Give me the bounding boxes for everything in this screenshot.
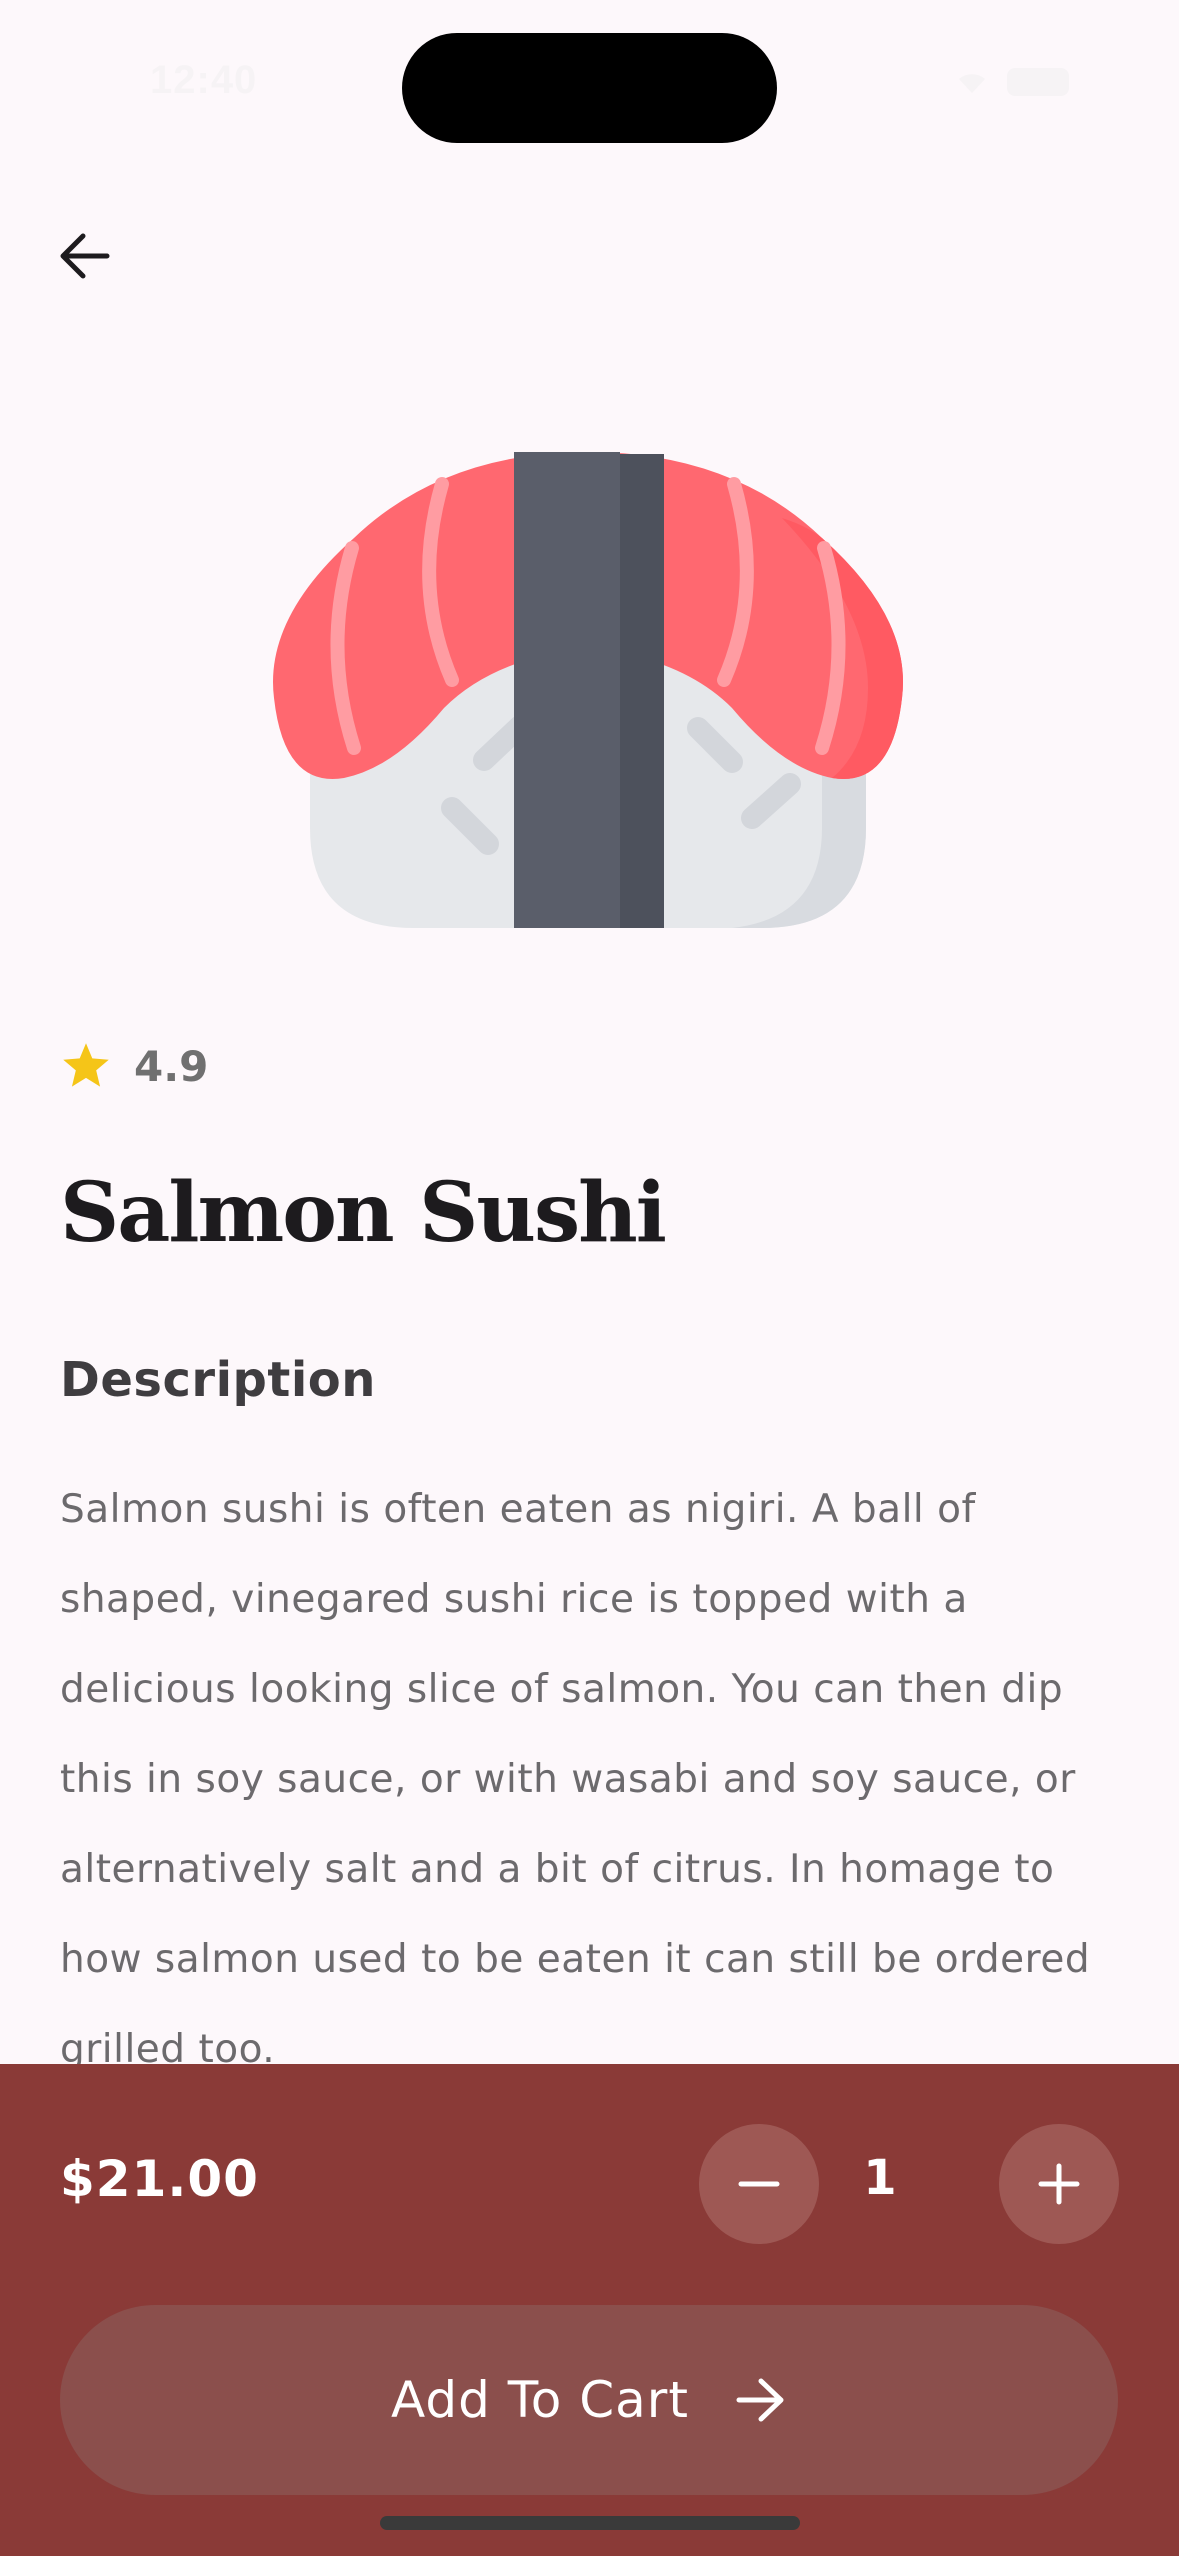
star-icon	[63, 1043, 109, 1087]
salmon-nigiri-illustration	[273, 452, 903, 928]
home-indicator[interactable]	[380, 2516, 800, 2530]
increase-quantity-button[interactable]	[999, 2124, 1119, 2244]
decrease-quantity-button[interactable]	[699, 2124, 819, 2244]
back-button[interactable]	[48, 220, 120, 292]
add-to-cart-label: Add To Cart	[391, 2371, 689, 2429]
price: $21.00	[60, 2150, 259, 2208]
dynamic-island	[402, 33, 777, 143]
rating: 4.9	[60, 1036, 208, 1096]
food-details-screen: 12:40 4.9 Salmon Sushi Description Salmo…	[0, 0, 1179, 2556]
description-heading: Description	[60, 1352, 376, 1408]
arrow-right-icon	[736, 2378, 784, 2422]
minus-icon	[738, 2181, 780, 2187]
status-time: 12:40	[150, 58, 258, 102]
rating-value: 4.9	[134, 1041, 209, 1091]
plus-icon	[1038, 2163, 1080, 2205]
description-text: Salmon sushi is often eaten as nigiri. A…	[60, 1487, 1091, 2072]
arrow-left-icon	[60, 233, 110, 279]
wifi-icon	[959, 74, 985, 93]
food-title: Salmon Sushi	[60, 1165, 667, 1261]
quantity-value: 1	[863, 2150, 897, 2206]
add-to-cart-button[interactable]: Add To Cart	[60, 2305, 1118, 2495]
status-icons	[955, 68, 1069, 96]
status-bar: 12:40	[0, 0, 1179, 150]
battery-icon	[1007, 68, 1069, 96]
